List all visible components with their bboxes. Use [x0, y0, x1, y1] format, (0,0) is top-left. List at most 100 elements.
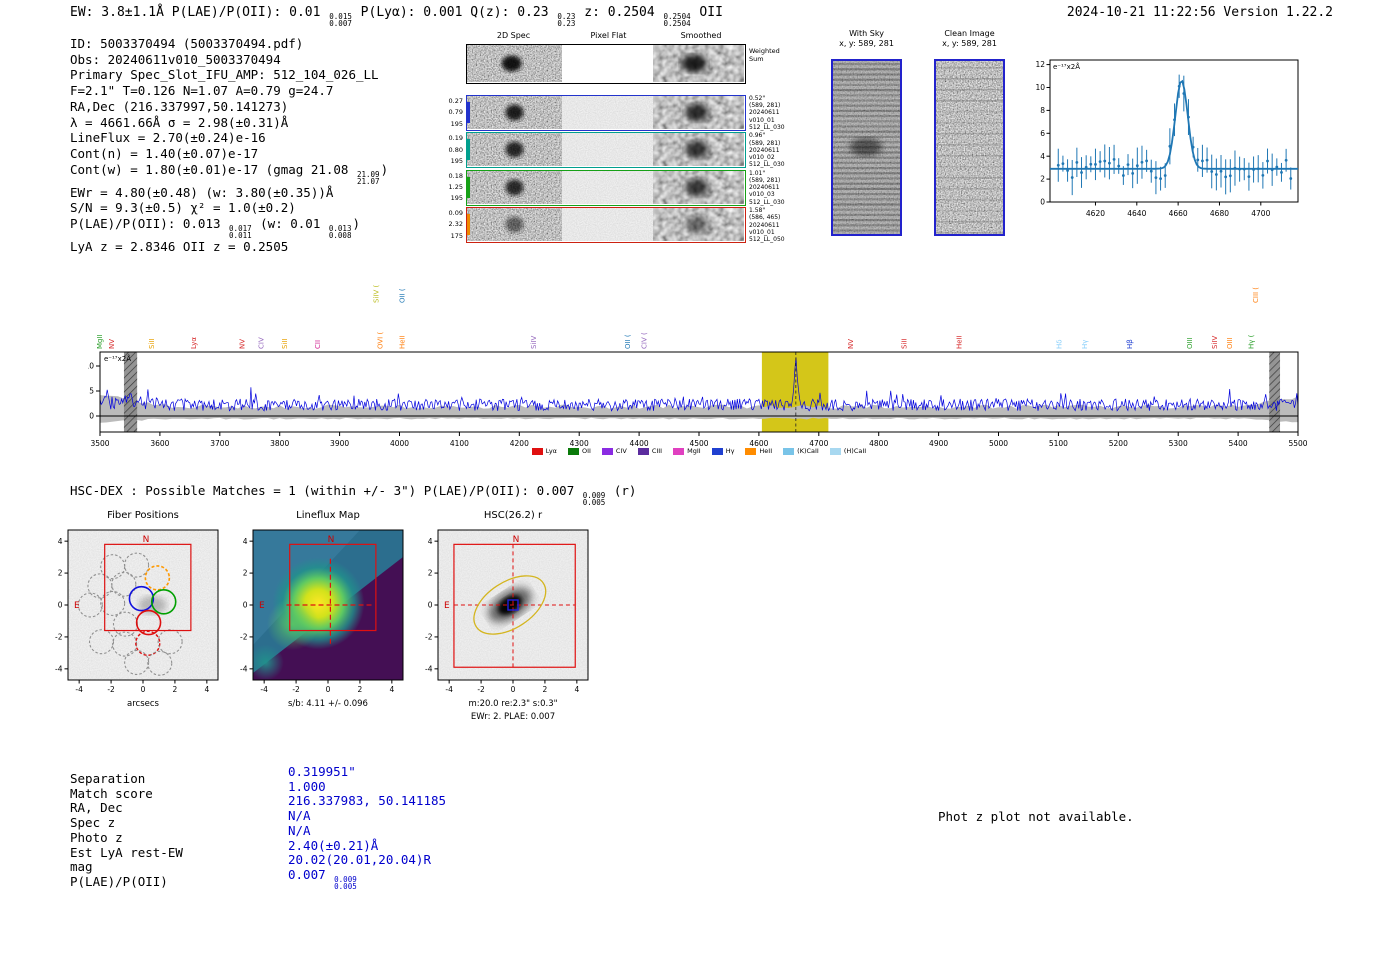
legend-item: HeII [745, 447, 772, 455]
emission-line-label: NV [108, 339, 116, 349]
emission-line-label: Hγ [1081, 340, 1089, 349]
emission-line-label: Lyα [190, 337, 198, 349]
svg-text:10: 10 [88, 362, 94, 371]
svg-text:4640: 4640 [1127, 209, 1146, 218]
svg-text:0: 0 [326, 685, 331, 694]
row-right-annotation: 1.01" (589, 281) 20240611 v010_03 512_LL_030 [749, 169, 785, 206]
info-line: Cont(n) = 1.40(±0.07)e-17 [70, 145, 259, 161]
emission-line-label: Hγ ( [1248, 334, 1256, 349]
svg-text:6: 6 [1040, 129, 1045, 138]
legend-item: OII [567, 447, 591, 455]
match-field-value: N/A [288, 822, 311, 838]
clean-coords: x, y: 589, 281 [942, 39, 997, 48]
match-field-value: 216.337983, 50.141185 [288, 793, 447, 809]
legend-label: CIV [615, 447, 627, 455]
hsc-dex-summary: HSC-DEX : Possible Matches = 1 (within +… [70, 483, 637, 507]
svg-text:5: 5 [89, 387, 94, 396]
legend-swatch [673, 447, 685, 455]
emission-line-label: OII ( [624, 334, 632, 349]
match-field-value: 1.000 [288, 778, 326, 794]
legend-label: HeII [759, 447, 773, 455]
weighted-sum-label: Weighted Sum [749, 47, 780, 63]
svg-text:e⁻¹⁷x2Å: e⁻¹⁷x2Å [1053, 62, 1080, 71]
info-line: Obs: 20240611v010_5003370494 [70, 51, 281, 67]
compass-north: N [513, 535, 520, 545]
match-field-value: 0.007 0.009 0.005 [288, 866, 357, 891]
svg-text:2: 2 [58, 569, 63, 578]
legend-label: Hγ [725, 447, 735, 455]
svg-text:4680: 4680 [1210, 209, 1229, 218]
info-line: Cont(w) = 1.80(±0.01)e-17 (gmag 21.08 21… [70, 161, 389, 186]
match-field-label: Spec z [70, 815, 116, 831]
legend-item: CIV [601, 447, 627, 455]
svg-text:e⁻¹⁷x2Å: e⁻¹⁷x2Å [104, 354, 131, 363]
hsc-caption-2: EWr: 2. PLAE: 0.007 [470, 712, 556, 722]
legend-item: (K)CaII [783, 447, 819, 455]
emission-line-label: HeII [398, 335, 406, 349]
svg-text:4: 4 [204, 685, 209, 694]
fiber-positions-title: Fiber Positions [107, 510, 179, 521]
info-line: EWr = 4.80(±0.48) (w: 3.80(±0.35))Å [70, 184, 334, 200]
svg-text:2: 2 [243, 569, 248, 578]
header-summary: EW: 3.8±1.1Å P(LAE)/P(OII): 0.01 0.015 0.… [70, 5, 723, 28]
stacked-fraction: 0.015 0.007 [329, 12, 352, 28]
fiber-positions-plot: -4 -4 -2 -2 0 0 2 2 4 4 N E [55, 529, 219, 694]
svg-text:0: 0 [511, 685, 516, 694]
match-field-value: 0.319951" [288, 764, 356, 779]
emission-line-label: CIV ( [640, 332, 648, 349]
svg-text:-4: -4 [75, 685, 83, 694]
svg-text:-2: -2 [425, 633, 433, 642]
stacked-fraction: 0.017 0.011 [229, 224, 252, 241]
emission-line-label: OVI ( [377, 332, 385, 349]
lineflux-map-plot: -4 -4 -2 -2 0 0 2 2 4 4 N E [240, 529, 404, 694]
fiber-xlabel: arcsecs [127, 699, 159, 709]
match-field-value: 2.40(±0.21)Å [288, 837, 379, 853]
compass-east: E [259, 601, 265, 611]
emission-line-label: SiII [281, 338, 289, 349]
emission-line-label: Hβ [1126, 339, 1134, 349]
withsky-coords: x, y: 589, 281 [839, 39, 894, 48]
col-header-2dspec: 2D Spec [496, 31, 531, 40]
legend-label: (K)CaII [797, 447, 819, 455]
hsc-cutout-title: HSC(26.2) r [483, 510, 543, 521]
emission-line-label: CIV [258, 337, 266, 349]
legend-swatch [601, 447, 613, 455]
svg-text:4660: 4660 [1169, 209, 1188, 218]
row-position-tick [467, 176, 470, 198]
match-field-label: mag [70, 859, 93, 875]
match-field-label: RA, Dec [70, 800, 123, 816]
compass-east: E [74, 601, 80, 611]
spec2d-row [466, 95, 746, 131]
info-line: S/N = 9.3(±0.5) χ² = 1.0(±0.2) [70, 200, 296, 216]
legend-label: CIII [651, 447, 663, 455]
svg-text:4: 4 [58, 537, 63, 546]
svg-text:4: 4 [428, 537, 433, 546]
compass-north: N [328, 535, 335, 545]
compass-east: E [444, 601, 450, 611]
svg-text:-2: -2 [55, 633, 63, 642]
emission-line-label: CIII ( [1252, 287, 1260, 303]
clean-header: Clean Image x, y: 589, 281 [927, 29, 1012, 49]
match-field-label: Photo z [70, 829, 123, 845]
legend-label: OII [581, 447, 591, 455]
row-position-tick [467, 102, 470, 123]
legend-swatch [829, 447, 841, 455]
svg-text:-2: -2 [240, 633, 248, 642]
svg-text:2: 2 [428, 569, 433, 578]
col-header-smoothed: Smoothed [680, 31, 722, 40]
hsc-caption-1: m:20.0 re:2.3" s:0.3" [468, 699, 558, 709]
clean-title: Clean Image [944, 29, 995, 38]
emission-line-label: OIII [1226, 337, 1234, 349]
info-line: λ = 4661.66Å σ = 2.98(±0.31)Å [70, 114, 289, 130]
match-field-value: 20.02(20.01,20.04)R [288, 852, 431, 868]
svg-text:0: 0 [243, 601, 248, 610]
match-field-label: Est LyA rest-EW [70, 844, 183, 860]
svg-text:10: 10 [1035, 83, 1045, 92]
legend-item: MgII [673, 447, 701, 455]
row-position-tick [467, 214, 470, 236]
withsky-title: With Sky [849, 29, 884, 38]
legend-item: CIII [637, 447, 663, 455]
info-line: Primary Spec_Slot_IFU_AMP: 512_104_026_L… [70, 67, 379, 83]
svg-text:4700: 4700 [1251, 209, 1270, 218]
stacked-fraction: 0.009 0.005 [334, 874, 357, 891]
